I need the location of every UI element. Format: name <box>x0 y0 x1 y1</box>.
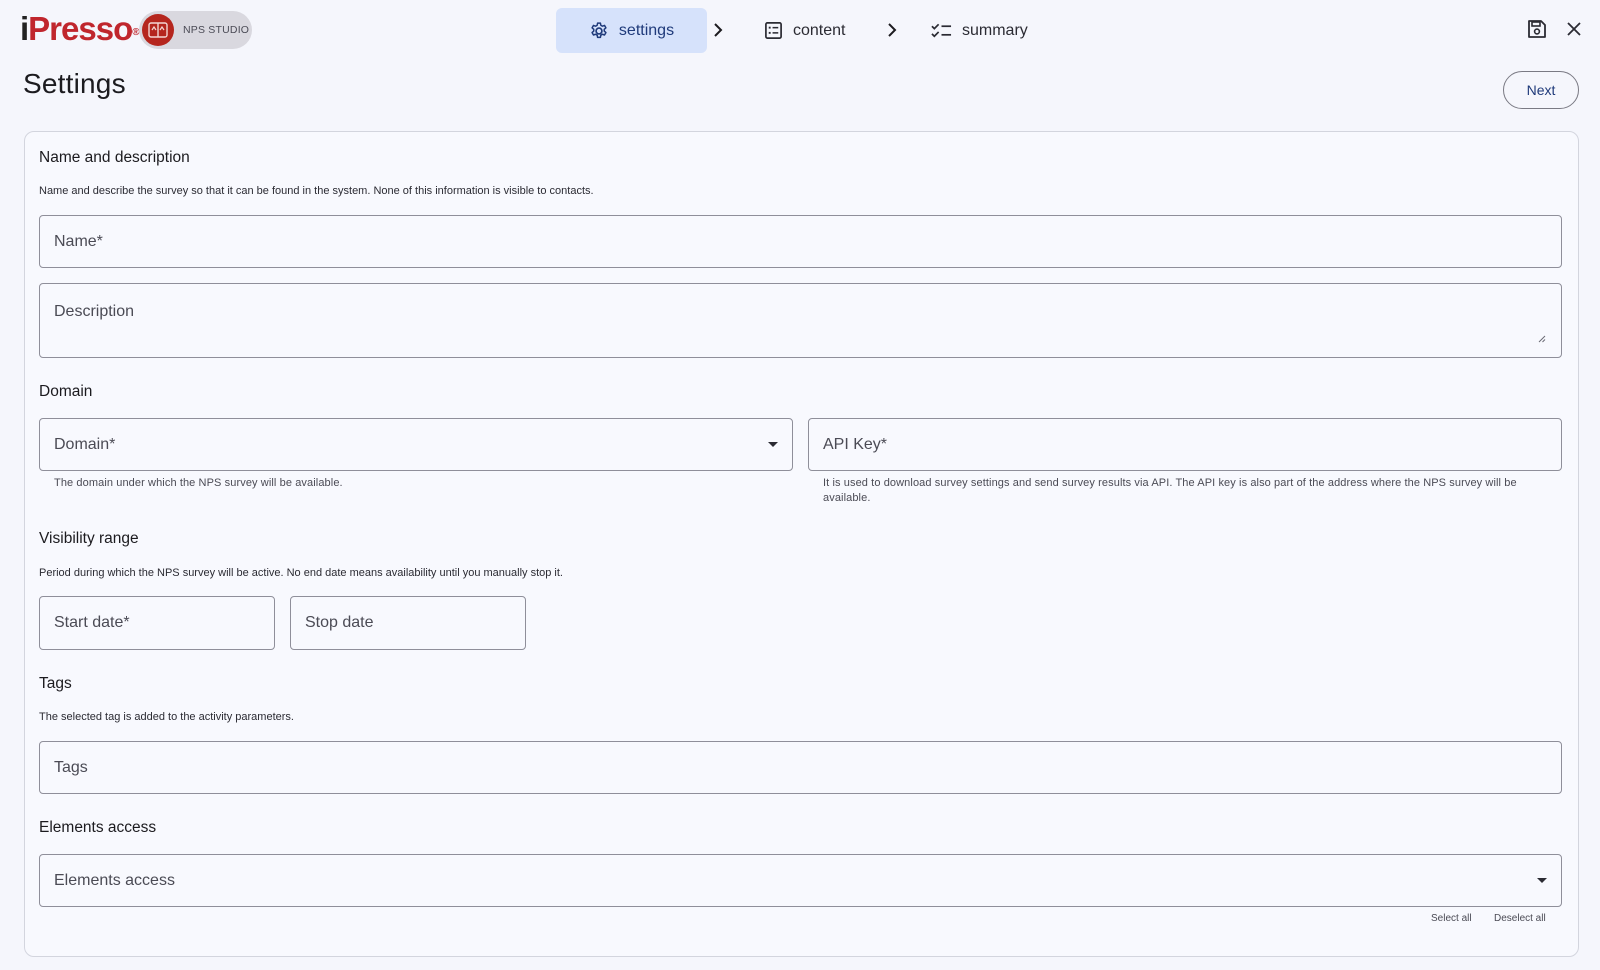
domain-select[interactable]: Domain* <box>39 418 793 471</box>
name-section-description: Name and describe the survey so that it … <box>39 185 594 197</box>
api-key-field[interactable]: API Key* <box>808 418 1562 471</box>
api-key-placeholder: API Key* <box>823 435 888 453</box>
nps-studio-icon <box>142 14 174 46</box>
next-button[interactable]: Next <box>1503 71 1579 109</box>
close-icon[interactable] <box>1566 21 1582 37</box>
api-key-hint: It is used to download survey settings a… <box>823 477 1517 504</box>
nps-studio-badge[interactable]: NPS STUDIO <box>139 11 252 49</box>
start-date-placeholder: Start date* <box>54 614 130 631</box>
access-section-title: Elements access <box>39 819 157 836</box>
page-title: Settings <box>23 68 126 99</box>
gear-icon <box>591 21 607 38</box>
step-settings[interactable]: settings <box>556 8 707 53</box>
resize-grip-icon[interactable] <box>1538 335 1546 343</box>
chevron-right-icon <box>714 23 723 37</box>
tags-section-description: The selected tag is added to the activit… <box>39 711 294 723</box>
list-icon <box>765 22 782 39</box>
deselect-all-link[interactable]: Deselect all <box>1494 913 1546 924</box>
step-summary[interactable]: summary <box>919 8 1040 53</box>
chevron-right-icon <box>888 23 897 37</box>
select-all-link[interactable]: Select all <box>1431 913 1472 924</box>
step-content[interactable]: content <box>752 8 857 53</box>
step-settings-label: settings <box>618 21 675 39</box>
domain-section-title: Domain <box>39 383 93 400</box>
domain-hint: The domain under which the NPS survey wi… <box>54 477 343 489</box>
elements-access-select[interactable]: Elements access <box>39 854 1562 907</box>
description-placeholder: Description <box>54 303 135 320</box>
step-content-label: content <box>793 21 846 39</box>
stop-date-field[interactable]: Stop date <box>290 596 526 650</box>
visibility-section-title: Visibility range <box>39 530 139 547</box>
stop-date-placeholder: Stop date <box>305 614 374 631</box>
tags-section-title: Tags <box>39 675 72 692</box>
name-field[interactable]: Name* <box>39 215 1562 268</box>
name-placeholder: Name* <box>54 232 103 250</box>
visibility-section-description: Period during which the NPS survey will … <box>39 567 563 579</box>
start-date-field[interactable]: Start date* <box>39 596 275 650</box>
dropdown-arrow-icon <box>1537 877 1547 883</box>
nps-studio-label: NPS STUDIO <box>183 24 250 36</box>
name-section-title: Name and description <box>39 149 190 166</box>
tags-placeholder: Tags <box>54 758 88 776</box>
elements-access-placeholder: Elements access <box>54 871 175 889</box>
step-summary-label: summary <box>962 21 1028 39</box>
ipresso-logo[interactable]: iPresso® <box>20 10 140 48</box>
dropdown-arrow-icon <box>768 441 778 447</box>
tags-field[interactable]: Tags <box>39 741 1562 794</box>
checklist-icon <box>931 23 952 37</box>
top-bar: iPresso® NPS STUDIO settings content sum… <box>0 0 1600 60</box>
save-icon[interactable] <box>1527 19 1547 39</box>
description-field[interactable]: Description <box>39 283 1562 358</box>
domain-placeholder: Domain* <box>54 435 116 453</box>
